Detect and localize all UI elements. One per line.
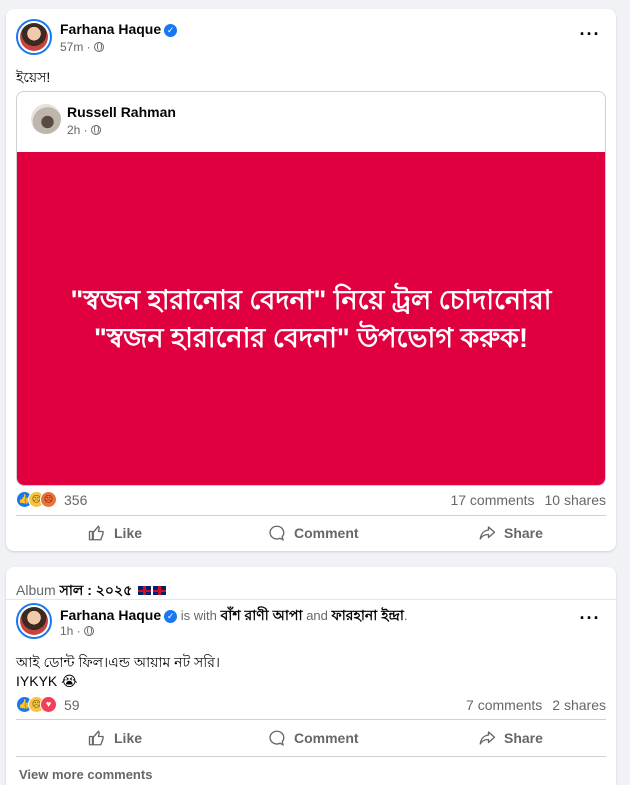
comment-label: Comment [294,525,359,541]
comments-count[interactable]: 7 comments [466,697,542,713]
comment-button[interactable]: Comment [268,518,359,548]
shared-author-name[interactable]: Russell Rahman [67,104,176,120]
shares-count[interactable]: 10 shares [545,492,606,508]
author-name[interactable]: Farhana Haque [60,607,161,623]
uk-flag-icon [153,586,167,595]
comments-count[interactable]: 17 comments [450,492,534,508]
shared-image-banner[interactable]: "স্বজন হারানোর বেদনা" নিয়ে ট্রল চোদানোর… [17,152,605,485]
post-meta: 57m · [60,40,104,54]
love-reaction-icon: ♥ [40,696,57,713]
tagged-person-1[interactable]: বাঁশ রাণী আপা [221,607,303,623]
share-label: Share [504,730,543,746]
album-prefix: Album [16,582,56,598]
reaction-summary[interactable]: 👍 ☹ ♥ 59 [16,696,80,713]
post-text: আই ডোন্ট ফিল।এন্ড আয়াম নট সরি। [16,654,220,670]
post-text: ইয়েস! [16,69,51,85]
divider [16,756,606,757]
like-button[interactable]: Like [88,723,142,753]
comment-bubble-icon [269,730,285,747]
divider [16,719,606,720]
like-label: Like [114,525,143,541]
post-text-2: IYKYK 😭 [16,673,78,689]
author-name-text[interactable]: Farhana Haque [60,21,161,37]
post-time[interactable]: 1h · [60,624,81,638]
comment-button[interactable]: Comment [268,723,359,753]
verified-badge-icon: ✓ [164,610,178,623]
share-arrow-icon [479,731,496,745]
verified-badge-icon: ✓ [164,24,178,37]
globe-icon [90,125,101,135]
album-name[interactable]: সাল : ২০২৫ [60,582,133,598]
share-button[interactable]: Share [478,723,543,753]
shared-post-meta: 2h · [67,123,101,137]
reaction-count: 59 [64,696,80,713]
author-name[interactable]: Farhana Haque ✓ [60,21,178,37]
post-card-2: Album সাল : ২০২৫ Farhana Haque ✓ is with … [6,567,616,785]
tagged-person-2[interactable]: ফারহানা ইন্দ্রা [332,607,404,623]
comment-bubble-icon [269,525,285,542]
post-meta: 1h · [60,624,94,638]
angry-reaction-icon: ☹ [40,491,57,508]
post-card-1: Farhana Haque ✓ 57m · ··· ইয়েস! Russell … [6,9,616,551]
post-stats: 17 comments 10 shares [450,492,606,508]
shares-count[interactable]: 2 shares [552,697,606,713]
more-options-icon[interactable]: ··· [576,25,604,47]
globe-icon [93,42,104,52]
author-avatar[interactable] [16,603,52,639]
share-arrow-icon [479,526,496,540]
post-stats: 7 comments 2 shares [466,697,606,713]
uk-flag-icon [138,586,152,595]
like-button[interactable]: Like [88,518,142,548]
like-label: Like [114,730,143,746]
like-thumb-icon [88,730,104,746]
comment-label: Comment [294,730,359,746]
more-options-icon[interactable]: ··· [576,609,604,631]
banner-text: "স্বজন হারানোর বেদনা" নিয়ে ট্রল চোদানোর… [70,285,552,353]
post-time[interactable]: 57m · [60,40,91,54]
globe-icon [83,626,94,636]
and-text: and [306,608,328,623]
shared-author-avatar[interactable] [31,104,61,134]
author-line: Farhana Haque ✓ is with বাঁশ রাণী আপা and… [60,604,408,628]
is-with-text: is with [180,608,217,623]
reaction-summary[interactable]: 👍 ☹ ☹ 356 [16,491,87,508]
period-text: . [403,608,408,623]
author-avatar[interactable] [16,19,52,55]
share-button[interactable]: Share [478,518,543,548]
divider [6,599,616,600]
share-label: Share [504,525,543,541]
like-thumb-icon [88,525,104,541]
shared-post[interactable]: Russell Rahman 2h · "স্বজন হারানোর বেদনা… [16,91,606,486]
reaction-count: 356 [64,491,88,508]
shared-post-time[interactable]: 2h · [67,123,88,137]
view-more-comments-link[interactable]: View more comments [19,767,152,782]
divider [16,515,606,516]
